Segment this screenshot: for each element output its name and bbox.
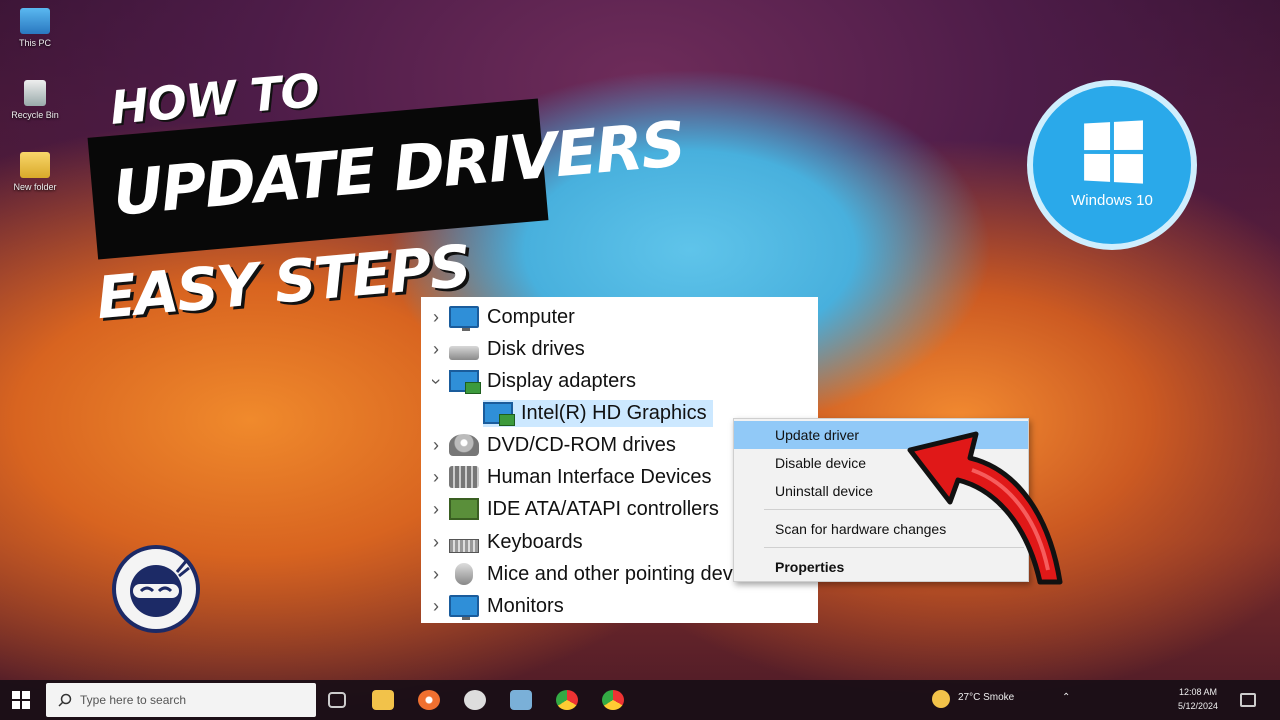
desktop-icon-label: This PC: [18, 38, 51, 48]
chrome-icon[interactable]: [556, 690, 578, 710]
tree-item-disk-drives[interactable]: › Disk drives: [421, 333, 818, 365]
monitor-icon: [449, 595, 479, 620]
search-icon: [58, 693, 72, 707]
taskbar-clock[interactable]: 12:08 AM 5/12/2024: [1178, 685, 1218, 713]
ninja-logo: [112, 545, 200, 633]
ninja-mask-icon: [130, 559, 190, 617]
recycle-bin-icon: [24, 80, 46, 106]
display-adapter-icon: [449, 370, 481, 394]
keyboard-icon: [449, 539, 479, 553]
chevron-right-icon[interactable]: ›: [423, 435, 449, 456]
tree-item-label: DVD/CD-ROM drives: [487, 433, 676, 456]
chevron-right-icon[interactable]: ›: [423, 339, 449, 360]
file-explorer-icon[interactable]: [372, 690, 394, 710]
app-icon[interactable]: [464, 690, 486, 710]
windows-badge-label: Windows 10: [1071, 191, 1153, 209]
this-pc-icon: [20, 8, 50, 34]
desktop-icon-label: Recycle Bin: [11, 110, 59, 120]
tree-item-label: Disk drives: [487, 337, 585, 360]
tree-item-display-adapters[interactable]: › Display adapters: [421, 365, 818, 397]
disk-drive-icon: [449, 346, 479, 360]
display-adapter-icon: [483, 402, 515, 426]
desktop-icon-recycle-bin[interactable]: Recycle Bin: [8, 80, 62, 120]
ide-controller-icon: [449, 498, 479, 520]
chevron-right-icon[interactable]: ›: [423, 596, 449, 617]
tree-item-label: IDE ATA/ATAPI controllers: [487, 497, 719, 520]
chrome-icon[interactable]: [602, 690, 624, 710]
notification-icon[interactable]: [1240, 693, 1256, 707]
windows-10-badge: Windows 10: [1027, 80, 1197, 250]
chevron-right-icon[interactable]: ›: [423, 564, 449, 585]
mouse-icon: [455, 563, 473, 585]
taskbar: Type here to search 27°C Smoke ⌃ 12:08 A…: [0, 680, 1280, 720]
chevron-right-icon[interactable]: ›: [423, 307, 449, 328]
tree-item-label: Computer: [487, 305, 575, 328]
weather-icon[interactable]: [932, 690, 950, 708]
taskbar-search-box[interactable]: Type here to search: [46, 683, 316, 717]
chevron-down-icon[interactable]: ›: [426, 368, 447, 394]
tree-item-label: Intel(R) HD Graphics: [521, 401, 707, 424]
chevron-up-icon[interactable]: ⌃: [1062, 692, 1070, 703]
red-arrow-icon: [907, 431, 1063, 585]
chevron-right-icon[interactable]: ›: [423, 499, 449, 520]
title-word-easy: EASY: [93, 250, 260, 333]
tree-item-label: Display adapters: [487, 369, 636, 392]
tree-item-label: Human Interface Devices: [487, 465, 712, 488]
desktop-icon-new-folder[interactable]: New folder: [8, 152, 62, 192]
tree-item-label: Mice and other pointing devices: [487, 562, 769, 585]
clock-time: 12:08 AM: [1179, 687, 1218, 697]
desktop-icon-this-pc[interactable]: This PC: [8, 8, 62, 48]
desktop-icon-label: New folder: [13, 182, 57, 192]
search-placeholder: Type here to search: [80, 693, 187, 707]
start-button[interactable]: [12, 691, 30, 709]
windows-logo-icon: [1084, 119, 1143, 184]
dvd-drive-icon: [449, 434, 479, 456]
tree-item-monitors[interactable]: › Monitors: [421, 590, 818, 622]
folder-icon: [20, 152, 50, 178]
tree-item-label: Keyboards: [487, 530, 583, 553]
weather-text[interactable]: 27°C Smoke: [958, 692, 1014, 703]
browser-icon[interactable]: [418, 690, 440, 710]
chevron-right-icon[interactable]: ›: [423, 467, 449, 488]
task-view-icon[interactable]: [328, 692, 346, 708]
clock-date: 5/12/2024: [1178, 701, 1219, 711]
tree-item-label: Monitors: [487, 594, 564, 617]
monitor-icon: [449, 306, 479, 331]
selected-item-highlight: Intel(R) HD Graphics: [483, 399, 713, 427]
tree-item-computer[interactable]: › Computer: [421, 301, 818, 333]
app-icon[interactable]: [510, 690, 532, 710]
chevron-right-icon[interactable]: ›: [423, 532, 449, 553]
hid-icon: [449, 466, 479, 488]
